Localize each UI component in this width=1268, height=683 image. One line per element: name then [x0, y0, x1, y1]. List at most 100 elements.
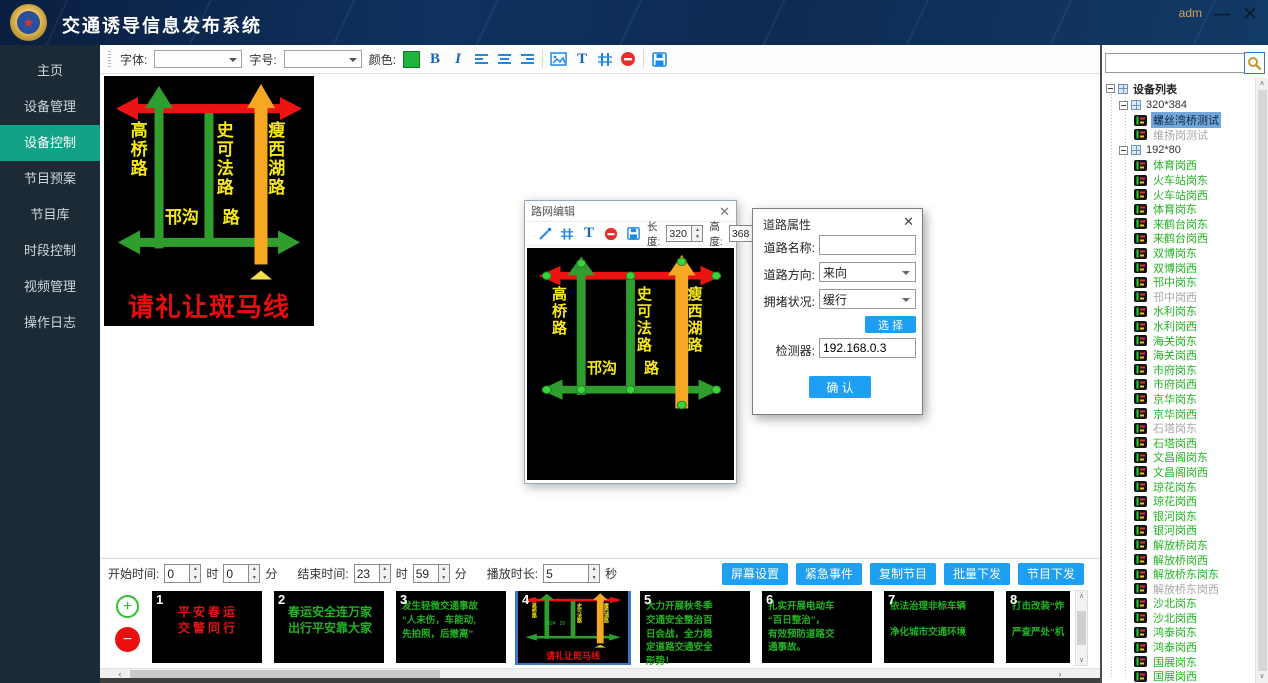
device-tree-row[interactable]: 琼花岗西 [1104, 494, 1254, 509]
device-tree-row[interactable]: 双博岗西 [1104, 260, 1254, 275]
device-tree-row[interactable]: 解放桥东岗西 [1104, 581, 1254, 596]
device-tree-row[interactable]: 水利岗西 [1104, 319, 1254, 334]
sidebar-item[interactable]: 设备控制 [0, 125, 100, 161]
size-select[interactable] [284, 50, 362, 68]
close-button[interactable]: ✕ [1238, 2, 1262, 26]
scrollbar-thumb[interactable] [130, 670, 440, 678]
device-tree-row[interactable]: 海关岗东 [1104, 333, 1254, 348]
scroll-down-icon[interactable]: ∨ [1259, 672, 1264, 682]
device-tree-row[interactable]: 沙北岗东 [1104, 596, 1254, 611]
device-tree-row[interactable]: 鸿泰岗东 [1104, 625, 1254, 640]
delete-button[interactable] [603, 225, 619, 243]
device-tree-row[interactable]: 沙北岗西 [1104, 611, 1254, 626]
road-properties-close-icon[interactable]: ✕ [903, 214, 914, 230]
scrollbar-thumb[interactable] [1077, 611, 1086, 645]
scroll-up-icon[interactable]: ∧ [1079, 592, 1084, 600]
scroll-up-icon[interactable]: ∧ [1259, 79, 1264, 89]
expand-box-icon[interactable] [1106, 84, 1115, 93]
expand-box-icon[interactable] [1119, 101, 1128, 110]
device-tree-row[interactable]: 解放桥东岗东 [1104, 567, 1254, 582]
device-tree-row[interactable]: 火车站岗东 [1104, 173, 1254, 188]
frames-horizontal-scrollbar[interactable]: ‹ › [100, 668, 1100, 678]
frame-thumbnail[interactable]: 8 打击改装“炸严查严处“机 [1006, 591, 1070, 663]
device-tree-row[interactable]: 市府岗东 [1104, 363, 1254, 378]
device-search-input[interactable] [1105, 53, 1245, 73]
save-button[interactable] [625, 225, 641, 243]
device-tree-row[interactable]: 体育岗西 [1104, 158, 1254, 173]
frame-thumbnail[interactable]: 4 [518, 591, 628, 663]
device-tree-row[interactable]: 双博岗东 [1104, 246, 1254, 261]
frame-thumbnail[interactable]: 2 春运安全连万家出行平安靠大家 [274, 591, 384, 663]
align-right-button[interactable] [519, 50, 535, 68]
end-hour-spinner[interactable]: 23 ▲▼ [354, 564, 391, 583]
roadnet-close-icon[interactable]: ✕ [719, 205, 730, 218]
select-button[interactable]: 选 择 [865, 316, 916, 333]
frame-thumbnail[interactable]: 1 平安春运交警同行 [152, 591, 262, 663]
action-button[interactable]: 屏幕设置 [722, 563, 788, 585]
minimize-button[interactable]: — [1210, 2, 1234, 26]
congestion-select[interactable]: 缓行 [819, 289, 916, 309]
expand-box-icon[interactable] [1119, 146, 1128, 155]
road-name-input[interactable] [819, 235, 916, 255]
delete-button[interactable] [620, 50, 636, 68]
end-minute-spinner[interactable]: 59 ▲▼ [413, 564, 450, 583]
italic-button[interactable]: I [450, 50, 466, 68]
insert-text-button[interactable]: T [581, 225, 597, 243]
save-button[interactable] [651, 50, 667, 68]
align-left-button[interactable] [473, 50, 489, 68]
device-tree-row[interactable]: 体育岗东 [1104, 202, 1254, 217]
road-width-button[interactable] [559, 225, 575, 243]
sidebar-item[interactable]: 节目预案 [0, 161, 100, 197]
device-tree-row[interactable]: 水利岗东 [1104, 304, 1254, 319]
start-minute-spinner[interactable]: 0 ▲▼ [223, 564, 260, 583]
spinner-arrows-icon[interactable]: ▲▼ [691, 226, 702, 241]
action-button[interactable]: 批量下发 [944, 563, 1010, 585]
road-width-button[interactable] [597, 50, 613, 68]
device-tree-row[interactable]: 设备列表 [1104, 80, 1254, 97]
action-button[interactable]: 复制节目 [870, 563, 936, 585]
search-button[interactable] [1244, 52, 1265, 74]
device-tree-row[interactable]: 来鹤台岗西 [1104, 231, 1254, 246]
device-tree-row[interactable]: 维扬岗测试 [1104, 128, 1254, 143]
device-tree-row[interactable]: 320*384 [1104, 97, 1254, 113]
device-tree-row[interactable]: 海关岗西 [1104, 348, 1254, 363]
device-tree-row[interactable]: 来鹤台岗东 [1104, 217, 1254, 232]
font-select[interactable] [154, 50, 242, 68]
frame-thumbnail[interactable]: 6 扎实开展电动车“百日整治”，有效预防道路交通事故。 [762, 591, 872, 663]
color-swatch[interactable] [403, 51, 420, 68]
add-frame-button[interactable]: + [116, 595, 139, 618]
device-tree-row[interactable]: 琼花岗东 [1104, 479, 1254, 494]
align-center-button[interactable] [496, 50, 512, 68]
sidebar-item[interactable]: 主页 [0, 53, 100, 89]
duration-spinner[interactable]: 5 ▲▼ [543, 564, 600, 583]
frame-thumbnail[interactable]: 7 依法治理非标车辆净化城市交通环境 [884, 591, 994, 663]
spinner-arrows-icon[interactable]: ▲▼ [588, 565, 599, 582]
tree-scrollbar[interactable]: ∧ ∨ [1255, 78, 1268, 683]
device-tree-row[interactable]: 文昌阁岗东 [1104, 450, 1254, 465]
detector-input[interactable] [819, 338, 916, 358]
sidebar-item[interactable]: 设备管理 [0, 89, 100, 125]
sidebar-item[interactable]: 视频管理 [0, 269, 100, 305]
device-tree-row[interactable]: 文昌阁岗西 [1104, 465, 1254, 480]
device-tree-row[interactable]: 火车站岗西 [1104, 187, 1254, 202]
device-tree-row[interactable]: 邗中岗西 [1104, 290, 1254, 305]
confirm-button[interactable]: 确 认 [809, 376, 871, 398]
spinner-arrows-icon[interactable]: ▲▼ [189, 565, 200, 582]
spinner-arrows-icon[interactable]: ▲▼ [438, 565, 449, 582]
device-tree-row[interactable]: 鸿泰岗西 [1104, 640, 1254, 655]
device-tree-row[interactable]: 国展岗西 [1104, 669, 1254, 683]
start-hour-spinner[interactable]: 0 ▲▼ [164, 564, 201, 583]
sidebar-item[interactable]: 操作日志 [0, 305, 100, 341]
action-button[interactable]: 紧急事件 [796, 563, 862, 585]
draw-line-button[interactable] [537, 225, 553, 243]
roadnet-canvas[interactable]: 高桥路 史可法路 瘦西湖路 邗沟 路 [527, 248, 734, 480]
device-tree-row[interactable]: 石塔岗西 [1104, 435, 1254, 450]
remove-frame-button[interactable]: − [115, 627, 140, 652]
device-tree-row[interactable]: 螺丝湾桥测试 [1104, 113, 1254, 128]
device-tree-row[interactable]: 192*80 [1104, 142, 1254, 158]
device-tree-row[interactable]: 解放桥岗东 [1104, 538, 1254, 553]
device-tree-row[interactable]: 京华岗东 [1104, 392, 1254, 407]
road-direction-select[interactable]: 来向 [819, 262, 916, 282]
insert-image-button[interactable] [550, 50, 567, 68]
scroll-down-icon[interactable]: ∨ [1079, 656, 1084, 664]
